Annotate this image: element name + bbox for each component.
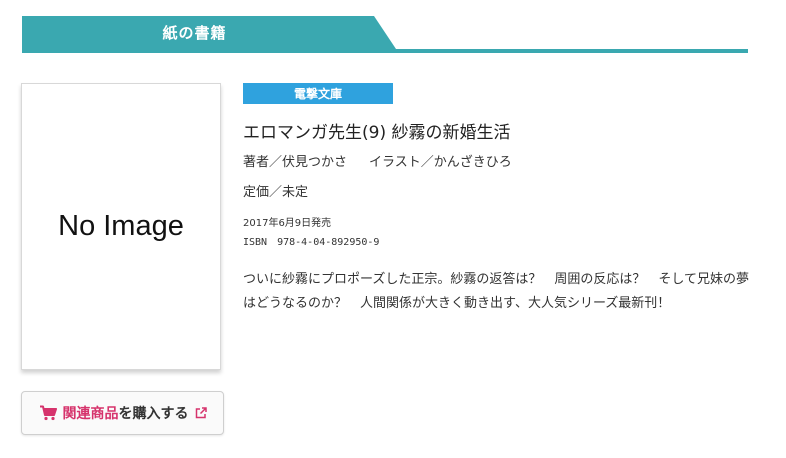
buy-related-button[interactable]: 関連商品を購入する — [21, 391, 224, 435]
section-title: 紙の書籍 — [162, 24, 227, 42]
author-text: 著者／伏見つかさ — [243, 155, 348, 170]
buy-button-related: 関連商品 — [62, 406, 119, 422]
section-header-underline — [22, 49, 748, 53]
book-credits: 著者／伏見つかさ イラスト／かんざきひろ — [243, 151, 512, 170]
isbn-text: ISBN 978-4-04-892950-9 — [243, 237, 380, 248]
section-header: 紙の書籍 — [22, 16, 748, 53]
price-text: 定価／未定 — [243, 185, 309, 200]
external-link-icon — [195, 407, 207, 419]
cart-icon — [39, 405, 57, 421]
book-cover-placeholder: No Image — [21, 83, 221, 370]
buy-button-label: 関連商品を購入する — [63, 403, 189, 423]
buy-button-suffix: を購入する — [118, 406, 189, 422]
publisher-label-badge[interactable]: 電撃文庫 — [243, 83, 393, 104]
book-description: ついに紗霧にプロポーズした正宗。紗霧の返答は？ 周囲の反応は？ そして兄妹の夢は… — [243, 272, 749, 311]
book-title: エロマンガ先生(9) 紗霧の新婚生活 — [243, 123, 511, 143]
release-date: 2017年6月9日発売 — [243, 218, 332, 229]
illustrator-text: イラスト／かんざきひろ — [369, 155, 512, 170]
no-image-text: No Image — [58, 210, 184, 242]
